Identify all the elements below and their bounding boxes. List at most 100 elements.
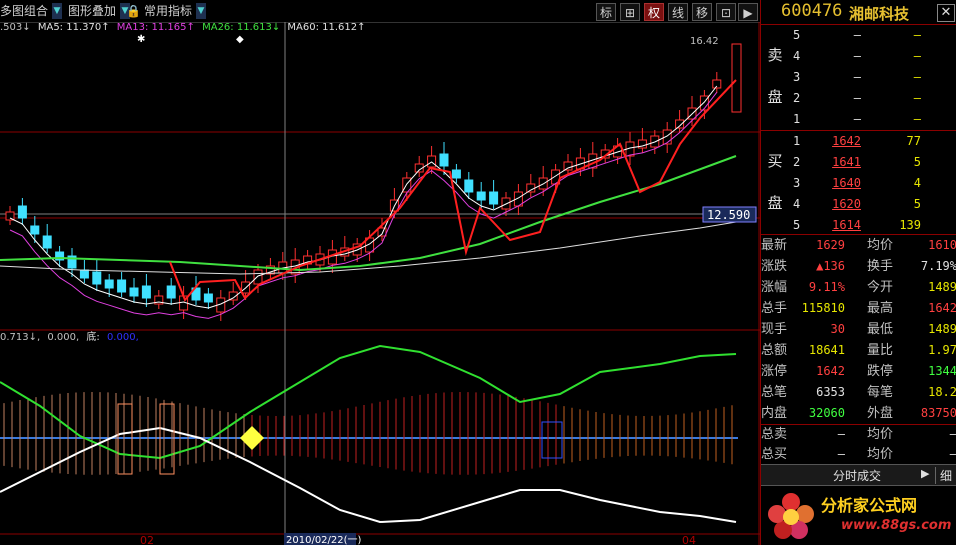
stat-row: 涨停 1642 跌停 1344	[761, 361, 956, 382]
ad-title: 分析家公式网	[821, 496, 918, 515]
grid-icon[interactable]: ⊞	[620, 3, 640, 21]
total-row: 总卖 – 均价 –	[761, 424, 956, 445]
candle-body	[17, 205, 27, 219]
volume: 4	[913, 176, 921, 190]
price: –	[853, 91, 861, 105]
total-label: 均价	[867, 447, 894, 462]
volume: 5	[913, 155, 921, 169]
stat-value: ▲136	[816, 259, 845, 273]
ad-url[interactable]: www.88gs.com	[841, 518, 951, 533]
multi-chart-dropdown-icon[interactable]: ▼	[52, 3, 62, 19]
stat-value: 18.2	[928, 385, 956, 399]
buy-row[interactable]: 1 1642 77	[793, 131, 956, 152]
ma26-line	[0, 155, 737, 272]
kline-chart[interactable]: ✱ ◆ 16.42 12.590 0.713↓, 0.000, 底: 0.000,…	[0, 22, 760, 545]
total-label: 总买	[761, 447, 788, 462]
indicators-menu[interactable]: 常用指标	[144, 2, 192, 20]
candle-body	[79, 269, 89, 279]
stock-name: 湘邮科技	[849, 5, 910, 23]
stat-label: 每笔	[867, 385, 894, 400]
buy-row[interactable]: 5 1614 139	[793, 215, 956, 236]
stat-label: 跌停	[867, 364, 894, 379]
mark-tool-button[interactable]: 标	[596, 3, 616, 21]
signal-line-green	[0, 344, 737, 460]
candle-body	[104, 279, 114, 289]
ma-prefix: .503↓	[0, 22, 31, 33]
ma13-line	[9, 91, 718, 319]
stat-row: 总手 115810 最高 1642	[761, 298, 956, 319]
sell-label: 卖	[767, 46, 783, 64]
window-icon[interactable]: ⊡	[716, 3, 736, 21]
stat-value: 1.97	[928, 343, 956, 357]
multi-chart-menu[interactable]: 多图组合	[0, 2, 48, 20]
high-price-label: 16.42	[690, 36, 719, 47]
ma13-value: MA13: 11.165↑	[116, 22, 195, 33]
move-tool-button[interactable]: 移	[692, 3, 712, 21]
stat-value: 32060	[808, 406, 845, 420]
candle-body	[476, 191, 486, 201]
stat-label: 涨幅	[761, 280, 788, 295]
ma60-value: MA60: 11.612↑	[287, 22, 366, 33]
lock-icon[interactable]: 🔒	[126, 2, 141, 20]
stat-label: 最低	[867, 322, 894, 337]
level: 2	[793, 155, 801, 169]
stat-value: 1489	[928, 280, 956, 294]
stock-header: 600476 湘邮科技 ✕	[761, 0, 956, 25]
volume: 77	[906, 134, 921, 148]
tick-trades-label[interactable]: 分时成交	[833, 467, 881, 484]
play-icon[interactable]: ▶	[921, 467, 929, 480]
level: 2	[793, 91, 801, 105]
price: –	[853, 49, 861, 63]
sell-row[interactable]: 5 – –	[793, 25, 956, 46]
stat-value: 18641	[808, 343, 845, 357]
crosshair-date-label: 2010/02/22(一)	[286, 535, 362, 545]
stat-value: 9.11%	[808, 280, 845, 294]
indicators-dropdown-icon[interactable]: ▼	[196, 3, 206, 19]
sell-row[interactable]: 3 – –	[793, 67, 956, 88]
signal-line-white	[0, 426, 737, 524]
play-icon[interactable]: ▶	[738, 3, 758, 21]
stat-value: 1642	[928, 301, 956, 315]
stat-label: 总手	[761, 301, 788, 316]
x-tick-label: 02	[140, 534, 154, 545]
overlay-menu[interactable]: 图形叠加	[68, 2, 116, 20]
price: 1620	[832, 197, 861, 211]
price: –	[853, 70, 861, 84]
x-tick-label: 04	[682, 534, 696, 545]
level: 1	[793, 134, 801, 148]
candle-body	[166, 285, 176, 299]
detail-button[interactable]: 细	[935, 467, 952, 484]
candle-body	[489, 191, 499, 205]
close-icon[interactable]: ✕	[937, 4, 955, 22]
level: 5	[793, 218, 801, 232]
ad-banner[interactable]: 分析家公式网 www.88gs.com	[761, 486, 956, 545]
buy-row[interactable]: 3 1640 4	[793, 173, 956, 194]
volume: 5	[913, 197, 921, 211]
stat-label: 均价	[867, 238, 894, 253]
candle-body	[563, 161, 573, 171]
sell-row[interactable]: 2 – –	[793, 88, 956, 109]
candle-body	[675, 119, 685, 129]
candle-body	[92, 271, 102, 285]
ma5-value: MA5: 11.370↑	[37, 22, 110, 33]
price: –	[853, 112, 861, 126]
stat-row: 最新 1629 均价 1610	[761, 235, 956, 256]
tick-trades-bar[interactable]: 分时成交 ▶ 细	[761, 464, 956, 486]
stat-label: 总笔	[761, 385, 788, 400]
volume: –	[913, 70, 921, 84]
total-value: –	[837, 427, 845, 441]
candle-body	[117, 279, 127, 293]
candle-body	[731, 43, 742, 113]
rights-tool-button[interactable]: 权	[644, 3, 664, 21]
stat-label: 量比	[867, 343, 894, 358]
candle-body	[141, 285, 151, 299]
stat-value: 1489	[928, 322, 956, 336]
signal-box	[541, 421, 563, 459]
sell-row[interactable]: 4 – –	[793, 46, 956, 67]
buy-row[interactable]: 4 1620 5	[793, 194, 956, 215]
buy-row[interactable]: 2 1641 5	[793, 152, 956, 173]
volume: –	[913, 91, 921, 105]
line-tool-button[interactable]: 线	[668, 3, 688, 21]
stat-row: 涨幅 9.11% 今开 1489	[761, 277, 956, 298]
sell-row[interactable]: 1 – –	[793, 109, 956, 130]
